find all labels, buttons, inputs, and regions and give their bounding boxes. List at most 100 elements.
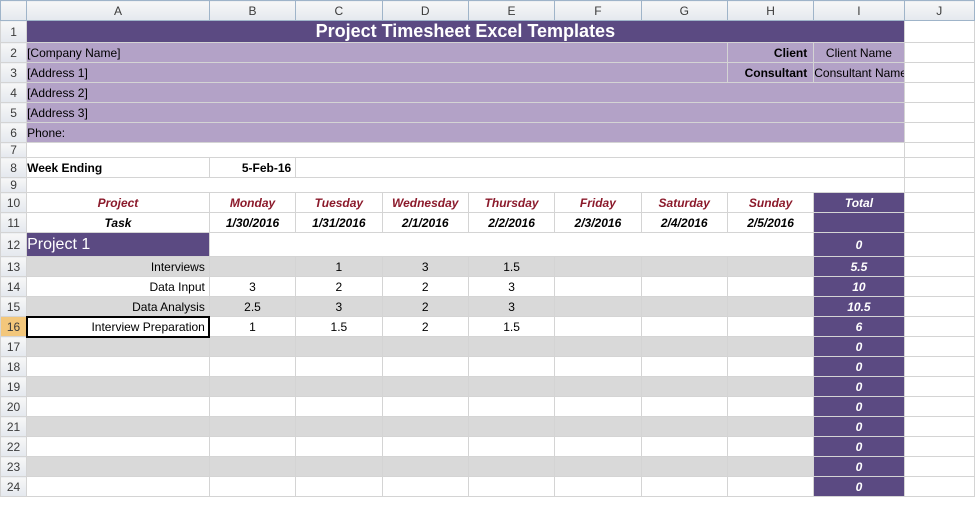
row-22[interactable]: 22 0 xyxy=(1,437,975,457)
address-2[interactable]: [Address 2] xyxy=(27,83,905,103)
task-0-day-5[interactable] xyxy=(641,257,727,277)
cell-F22[interactable] xyxy=(555,437,641,457)
day-mon[interactable]: Monday xyxy=(209,193,295,213)
cell-B17[interactable] xyxy=(209,337,295,357)
cell-J10[interactable] xyxy=(904,193,974,213)
cell-J9[interactable] xyxy=(904,178,974,193)
row-3[interactable]: 3 [Address 1] Consultant Consultant Name xyxy=(1,63,975,83)
project-name[interactable]: Project 1 xyxy=(27,233,210,257)
total-12[interactable]: 0 xyxy=(814,233,904,257)
total-header[interactable]: Total xyxy=(814,193,904,213)
rowhdr-19[interactable]: 19 xyxy=(1,377,27,397)
week-ending-label[interactable]: Week Ending xyxy=(27,158,210,178)
cell-E19[interactable] xyxy=(468,377,554,397)
col-E[interactable]: E xyxy=(468,1,554,21)
cell-H17[interactable] xyxy=(727,337,813,357)
cell-C19[interactable] xyxy=(296,377,382,397)
rowhdr-15[interactable]: 15 xyxy=(1,297,27,317)
task-0-total[interactable]: 5.5 xyxy=(814,257,904,277)
cell-J14[interactable] xyxy=(904,277,974,297)
cell-H22[interactable] xyxy=(727,437,813,457)
col-A[interactable]: A xyxy=(27,1,210,21)
cell-B21[interactable] xyxy=(209,417,295,437)
cell-G23[interactable] xyxy=(641,457,727,477)
row-6[interactable]: 6 Phone: xyxy=(1,123,975,143)
week-ending-value[interactable]: 5-Feb-16 xyxy=(209,158,295,178)
cell-D23[interactable] xyxy=(382,457,468,477)
rowhdr-14[interactable]: 14 xyxy=(1,277,27,297)
total-20[interactable]: 0 xyxy=(814,397,904,417)
task-name-1[interactable]: Data Input xyxy=(27,277,210,297)
cell-C24[interactable] xyxy=(296,477,382,497)
cell-J17[interactable] xyxy=(904,337,974,357)
task-1-day-6[interactable] xyxy=(727,277,813,297)
task-1-total[interactable]: 10 xyxy=(814,277,904,297)
total-blank-11[interactable] xyxy=(814,213,904,233)
cell-B12[interactable] xyxy=(209,233,813,257)
cell-J22[interactable] xyxy=(904,437,974,457)
row-15[interactable]: 15Data Analysis2.532310.5 xyxy=(1,297,975,317)
cell-C22[interactable] xyxy=(296,437,382,457)
cell-E17[interactable] xyxy=(468,337,554,357)
row-12[interactable]: 12 Project 1 0 xyxy=(1,233,975,257)
cell-J1[interactable] xyxy=(904,21,974,43)
task-1-day-3[interactable]: 3 xyxy=(468,277,554,297)
cell-A24[interactable] xyxy=(27,477,210,497)
cell-A23[interactable] xyxy=(27,457,210,477)
rowhdr-11[interactable]: 11 xyxy=(1,213,27,233)
cell-J24[interactable] xyxy=(904,477,974,497)
rowhdr-21[interactable]: 21 xyxy=(1,417,27,437)
company-name[interactable]: [Company Name] xyxy=(27,43,728,63)
cell-F17[interactable] xyxy=(555,337,641,357)
row-10[interactable]: 10 Project Monday Tuesday Wednesday Thur… xyxy=(1,193,975,213)
consultant-label[interactable]: Consultant xyxy=(727,63,813,83)
task-2-total[interactable]: 10.5 xyxy=(814,297,904,317)
row-11[interactable]: 11 Task 1/30/2016 1/31/2016 2/1/2016 2/2… xyxy=(1,213,975,233)
cell-J6[interactable] xyxy=(904,123,974,143)
page-title[interactable]: Project Timesheet Excel Templates xyxy=(27,21,905,43)
rowhdr-24[interactable]: 24 xyxy=(1,477,27,497)
cell-G18[interactable] xyxy=(641,357,727,377)
task-0-day-2[interactable]: 3 xyxy=(382,257,468,277)
day-thu[interactable]: Thursday xyxy=(468,193,554,213)
date-1[interactable]: 1/31/2016 xyxy=(296,213,382,233)
cell-J20[interactable] xyxy=(904,397,974,417)
cell-C21[interactable] xyxy=(296,417,382,437)
total-22[interactable]: 0 xyxy=(814,437,904,457)
task-2-day-4[interactable] xyxy=(555,297,641,317)
col-G[interactable]: G xyxy=(641,1,727,21)
cell-F21[interactable] xyxy=(555,417,641,437)
rowhdr-22[interactable]: 22 xyxy=(1,437,27,457)
phone-label[interactable]: Phone: xyxy=(27,123,905,143)
project-header[interactable]: Project xyxy=(27,193,210,213)
select-all-corner[interactable] xyxy=(1,1,27,21)
address-3[interactable]: [Address 3] xyxy=(27,103,905,123)
cell-J18[interactable] xyxy=(904,357,974,377)
rowhdr-8[interactable]: 8 xyxy=(1,158,27,178)
cell-J4[interactable] xyxy=(904,83,974,103)
task-0-day-1[interactable]: 1 xyxy=(296,257,382,277)
row-8[interactable]: 8 Week Ending 5-Feb-16 xyxy=(1,158,975,178)
task-2-day-3[interactable]: 3 xyxy=(468,297,554,317)
day-fri[interactable]: Friday xyxy=(555,193,641,213)
cell-E23[interactable] xyxy=(468,457,554,477)
cell-H23[interactable] xyxy=(727,457,813,477)
date-6[interactable]: 2/5/2016 xyxy=(727,213,813,233)
col-B[interactable]: B xyxy=(209,1,295,21)
cell-B23[interactable] xyxy=(209,457,295,477)
cell-J8[interactable] xyxy=(904,158,974,178)
cell-A9[interactable] xyxy=(27,178,905,193)
row-14[interactable]: 14Data Input322310 xyxy=(1,277,975,297)
cell-J21[interactable] xyxy=(904,417,974,437)
task-2-day-6[interactable] xyxy=(727,297,813,317)
cell-H24[interactable] xyxy=(727,477,813,497)
cell-H21[interactable] xyxy=(727,417,813,437)
client-value[interactable]: Client Name xyxy=(814,43,904,63)
cell-E18[interactable] xyxy=(468,357,554,377)
cell-J3[interactable] xyxy=(904,63,974,83)
task-2-day-2[interactable]: 2 xyxy=(382,297,468,317)
col-H[interactable]: H xyxy=(727,1,813,21)
cell-A20[interactable] xyxy=(27,397,210,417)
row-21[interactable]: 210 xyxy=(1,417,975,437)
cell-B19[interactable] xyxy=(209,377,295,397)
